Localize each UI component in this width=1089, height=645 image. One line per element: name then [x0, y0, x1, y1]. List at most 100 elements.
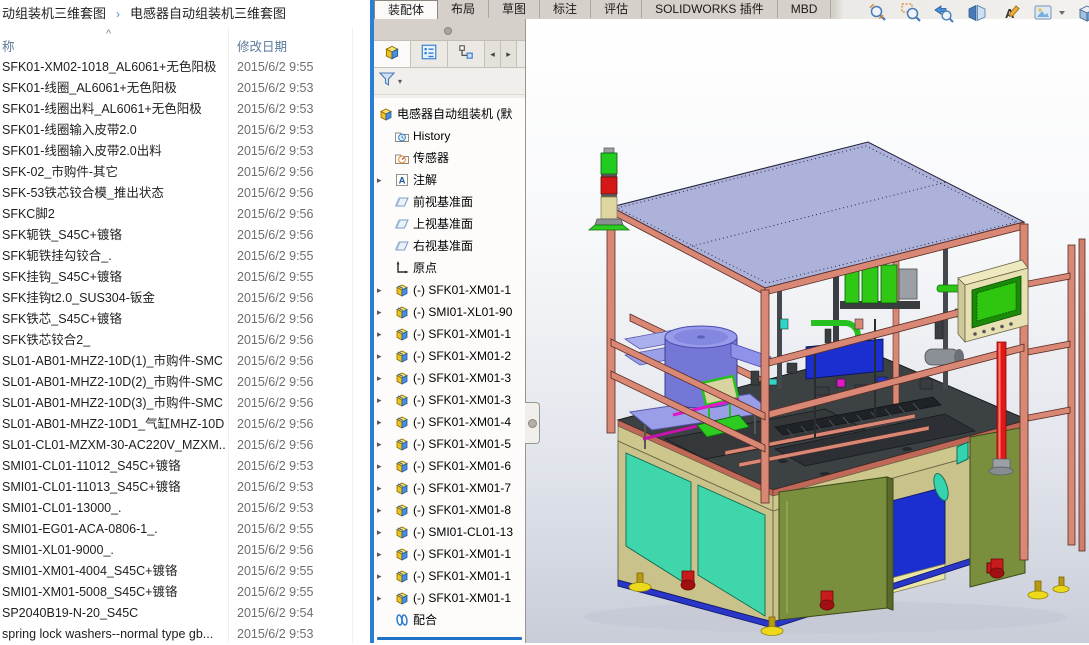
tree-item-history[interactable]: History [374, 125, 525, 147]
file-row[interactable]: SMI01-XM01-5008_S45C+镀铬2015/6/2 9:55 [0, 582, 370, 603]
tree-item-plane[interactable]: 右视基准面 [374, 235, 525, 257]
tree-item-plane[interactable]: 前视基准面 [374, 191, 525, 213]
tree-item-component[interactable]: ▸(-) SMI01-CL01-13 [374, 521, 525, 543]
file-row[interactable]: SMI01-XL01-9000_.2015/6/2 9:56 [0, 540, 370, 561]
command-tab-6[interactable]: SOLIDWORKS 插件 [642, 0, 778, 18]
file-row[interactable]: SL01-AB01-MHZ2-10D1_气缸MHZ-10D2015/6/2 9:… [0, 414, 370, 435]
machine-3d-model[interactable] [525, 19, 1089, 643]
file-name: SFK铁芯_S45C+镀铬 [2, 309, 226, 330]
file-row[interactable]: SL01-CL01-MZXM-30-AC220V_MZXM...2015/6/2… [0, 435, 370, 456]
file-row[interactable]: SL01-AB01-MHZ2-10D(1)_市购件-SMC2015/6/2 9:… [0, 351, 370, 372]
breadcrumb-current[interactable]: 电感器自动组装机三维套图 [130, 6, 286, 21]
file-row[interactable]: SMI01-XM01-4004_S45C+镀铬2015/6/2 9:55 [0, 561, 370, 582]
file-row[interactable]: spring lock washers--normal type gb...20… [0, 624, 370, 645]
expand-arrow-icon[interactable]: ▸ [377, 499, 387, 521]
tree-filter-bar[interactable]: ▾ [374, 68, 525, 95]
apply-scene-dropdown-icon[interactable] [1059, 11, 1065, 15]
expand-arrow-icon[interactable]: ▸ [377, 455, 387, 477]
file-row[interactable]: SFK铁芯_S45C+镀铬2015/6/2 9:56 [0, 309, 370, 330]
expand-arrow-icon[interactable]: ▸ [377, 565, 387, 587]
tree-item-component[interactable]: ▸(-) SFK01-XM01-6 [374, 455, 525, 477]
fm-tab-configuration-manager[interactable] [448, 41, 485, 67]
tree-item-component[interactable]: ▸(-) SFK01-XM01-3 [374, 389, 525, 411]
breadcrumb-parent[interactable]: 动组装机三维套图 [2, 6, 106, 21]
file-row[interactable]: SMI01-EG01-ACA-0806-1_.2015/6/2 9:55 [0, 519, 370, 540]
tree-item-mates[interactable]: 配合 [374, 609, 525, 631]
tree-item-component[interactable]: ▸(-) SFK01-XM01-3 [374, 367, 525, 389]
file-row[interactable]: SL01-AB01-MHZ2-10D(3)_市购件-SMC2015/6/2 9:… [0, 393, 370, 414]
file-row[interactable]: SFK挂钩_S45C+镀铬2015/6/2 9:55 [0, 267, 370, 288]
command-tab-5[interactable]: 评估 [591, 0, 642, 18]
tree-item-component[interactable]: ▸(-) SFK01-XM01-7 [374, 477, 525, 499]
expand-arrow-icon[interactable]: ▸ [377, 411, 387, 433]
rollback-bar[interactable] [377, 637, 522, 640]
sort-ascending-icon[interactable]: ^ [106, 28, 111, 40]
file-row[interactable]: SFK轭铁挂勾铰合_.2015/6/2 9:55 [0, 246, 370, 267]
scroll-left-icon[interactable]: ◂ [485, 41, 501, 67]
tree-item-component[interactable]: ▸(-) SFK01-XM01-2 [374, 345, 525, 367]
expand-arrow-icon[interactable]: ▸ [377, 543, 387, 565]
fm-tab-property-manager[interactable] [411, 41, 448, 67]
command-tab-2[interactable]: 布局 [438, 0, 489, 18]
tree-item-component[interactable]: ▸(-) SFK01-XM01-1 [374, 543, 525, 565]
command-tab-3[interactable]: 草图 [489, 0, 540, 18]
fm-tab-feature-tree[interactable] [374, 41, 411, 67]
scroll-right-icon[interactable]: ▸ [501, 41, 517, 67]
file-row[interactable]: SFK01-线圈输入皮带2.02015/6/2 9:53 [0, 120, 370, 141]
tree-item-component[interactable]: ▸(-) SFK01-XM01-4 [374, 411, 525, 433]
tree-item-annotations[interactable]: ▸A注解 [374, 169, 525, 191]
file-row[interactable]: SFK01-线圈出料_AL6061+无色阳极2015/6/2 9:53 [0, 99, 370, 120]
tree-item-component[interactable]: ▸(-) SFK01-XM01-1 [374, 565, 525, 587]
file-row[interactable]: SFK轭铁_S45C+镀铬2015/6/2 9:56 [0, 225, 370, 246]
file-row[interactable]: SMI01-CL01-11012_S45C+镀铬2015/6/2 9:53 [0, 456, 370, 477]
graphics-viewport[interactable] [525, 19, 1089, 643]
file-row[interactable]: SMI01-CL01-11013_S45C+镀铬2015/6/2 9:53 [0, 477, 370, 498]
expand-arrow-icon[interactable]: ▸ [377, 477, 387, 499]
file-row[interactable]: SFK01-线圈输入皮带2.0出料2015/6/2 9:53 [0, 141, 370, 162]
file-row[interactable]: SL01-AB01-MHZ2-10D(2)_市购件-SMC2015/6/2 9:… [0, 372, 370, 393]
expand-arrow-icon[interactable]: ▸ [377, 301, 387, 323]
column-header-date[interactable]: 修改日期 [237, 36, 287, 55]
tree-item-component[interactable]: ▸(-) SFK01-XM01-1 [374, 323, 525, 345]
tree-item-component[interactable]: ▸(-) SFK01-XM01-1 [374, 279, 525, 301]
column-header-name[interactable]: 称 [2, 36, 15, 55]
zoom-to-fit-icon[interactable] [867, 2, 889, 24]
command-tab-7[interactable]: MBD [778, 0, 832, 18]
panel-resize-handle[interactable] [525, 402, 540, 444]
tree-item-component[interactable]: ▸(-) SMI01-XL01-90 [374, 301, 525, 323]
tree-item-assembly-root[interactable]: 电感器自动组装机 (默 [374, 103, 525, 125]
file-row[interactable]: SFK铁芯铰合2_2015/6/2 9:56 [0, 330, 370, 351]
apply-scene-icon[interactable] [1032, 2, 1054, 24]
expand-arrow-icon[interactable]: ▸ [377, 587, 387, 609]
annotation-visibility-icon[interactable]: A [999, 2, 1021, 24]
previous-view-icon[interactable] [933, 2, 955, 24]
file-row[interactable]: SFK-53铁芯铰合模_推出状态2015/6/2 9:56 [0, 183, 370, 204]
tree-item-component[interactable]: ▸(-) SFK01-XM01-8 [374, 499, 525, 521]
command-tab-1[interactable]: 装配体 [374, 0, 438, 20]
display-style-icon[interactable] [1076, 2, 1089, 24]
file-row[interactable]: SFK挂钩t2.0_SUS304-钣金2015/6/2 9:56 [0, 288, 370, 309]
section-view-icon[interactable] [966, 2, 988, 24]
tree-item-component[interactable]: ▸(-) SFK01-XM01-1 [374, 587, 525, 609]
zoom-to-area-icon[interactable] [900, 2, 922, 24]
file-row[interactable]: SFK01-线圈_AL6061+无色阳极2015/6/2 9:53 [0, 78, 370, 99]
command-tab-4[interactable]: 标注 [540, 0, 591, 18]
panel-splitter[interactable] [374, 19, 525, 41]
expand-arrow-icon[interactable]: ▸ [377, 323, 387, 345]
file-row[interactable]: SMI01-CL01-13000_.2015/6/2 9:53 [0, 498, 370, 519]
expand-arrow-icon[interactable]: ▸ [377, 279, 387, 301]
file-row[interactable]: SFKC脚22015/6/2 9:56 [0, 204, 370, 225]
expand-arrow-icon[interactable]: ▸ [377, 367, 387, 389]
tree-item-plane[interactable]: 上视基准面 [374, 213, 525, 235]
expand-arrow-icon[interactable]: ▸ [377, 345, 387, 367]
tree-item-origin[interactable]: 原点 [374, 257, 525, 279]
file-row[interactable]: SFK-02_市购件-其它2015/6/2 9:56 [0, 162, 370, 183]
tree-item-component[interactable]: ▸(-) SFK01-XM01-5 [374, 433, 525, 455]
expand-arrow-icon[interactable]: ▸ [377, 389, 387, 411]
expand-arrow-icon[interactable]: ▸ [377, 433, 387, 455]
file-row[interactable]: SFK01-XM02-1018_AL6061+无色阳极2015/6/2 9:55 [0, 57, 370, 78]
expand-arrow-icon[interactable]: ▸ [377, 169, 387, 191]
expand-arrow-icon[interactable]: ▸ [377, 521, 387, 543]
tree-item-sensors[interactable]: 传感器 [374, 147, 525, 169]
file-row[interactable]: SP2040B19-N-20_S45C2015/6/2 9:54 [0, 603, 370, 624]
